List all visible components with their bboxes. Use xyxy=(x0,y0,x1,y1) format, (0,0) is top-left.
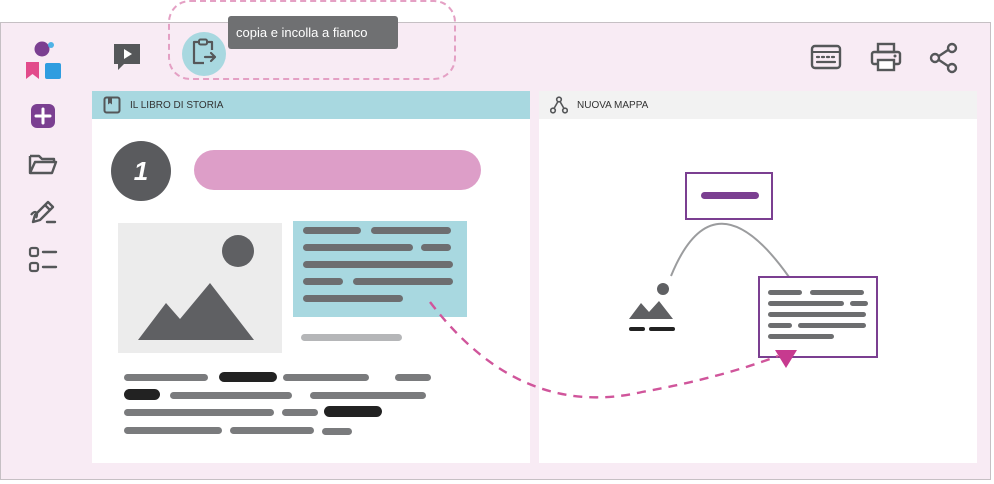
step-number: 1 xyxy=(133,155,149,186)
plus-icon xyxy=(30,103,56,134)
title-placeholder xyxy=(194,150,481,190)
book-icon xyxy=(102,95,122,115)
play-icon xyxy=(112,42,142,77)
selected-text-block xyxy=(293,221,467,317)
share-icon xyxy=(929,42,959,79)
open-folder-button[interactable] xyxy=(26,150,60,182)
list-button[interactable] xyxy=(26,246,60,278)
printer-icon xyxy=(870,42,902,77)
clipboard-paste-icon xyxy=(191,38,217,71)
map-node-text[interactable] xyxy=(758,276,878,358)
book-panel: IL LIBRO DI STORIA 1 xyxy=(92,91,530,463)
image-placeholder xyxy=(118,223,282,353)
tooltip: copia e incolla a fianco xyxy=(228,16,398,49)
map-node-image xyxy=(627,281,677,335)
map-panel: NUOVA MAPPA xyxy=(539,91,977,463)
print-button[interactable] xyxy=(868,42,904,77)
image-icon xyxy=(118,235,282,357)
book-panel-header: IL LIBRO DI STORIA xyxy=(92,91,530,119)
edit-button[interactable] xyxy=(26,198,60,230)
play-button[interactable] xyxy=(110,42,144,76)
folder-icon xyxy=(28,152,58,181)
list-icon xyxy=(28,246,58,279)
book-panel-title: IL LIBRO DI STORIA xyxy=(130,99,224,111)
paste-side-button[interactable] xyxy=(182,32,226,76)
edit-icon xyxy=(28,197,58,232)
step-number-badge: 1 xyxy=(111,141,171,201)
keyboard-icon xyxy=(810,44,842,75)
add-button[interactable] xyxy=(26,102,60,134)
share-button[interactable] xyxy=(928,42,960,79)
map-node-title[interactable] xyxy=(685,172,773,220)
app-logo xyxy=(24,40,64,82)
keyboard-button[interactable] xyxy=(808,44,844,74)
